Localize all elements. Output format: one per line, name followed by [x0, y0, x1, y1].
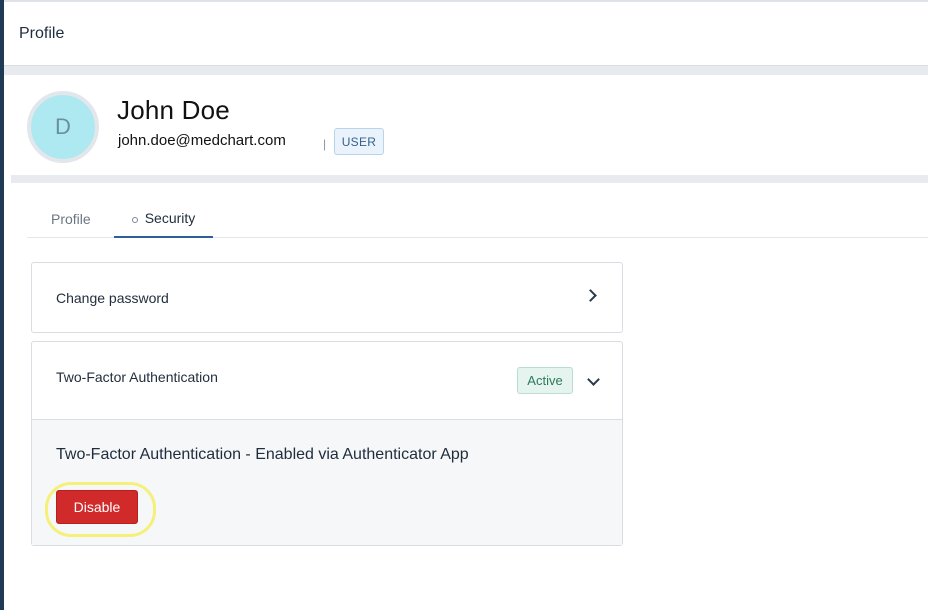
tab-security[interactable]: Security: [114, 200, 213, 238]
header-separator: [4, 66, 928, 75]
sidebar-edge: [0, 0, 4, 610]
tab-security-label: Security: [144, 210, 196, 226]
circle-icon: [131, 216, 138, 223]
app-window: Profile D John Doe john.doe@medchart.com…: [0, 0, 928, 610]
user-name: John Doe: [117, 95, 230, 125]
two-factor-header[interactable]: Two-Factor Authentication Active: [32, 342, 622, 419]
tab-profile-label: Profile: [51, 211, 91, 227]
two-factor-label: Two-Factor Authentication: [56, 369, 218, 385]
chevron-right-icon[interactable]: [584, 289, 597, 302]
page-title: Profile: [19, 25, 65, 42]
two-factor-details: Two-Factor Authentication - Enabled via …: [32, 419, 622, 545]
chevron-down-icon[interactable]: [587, 373, 600, 386]
change-password-row[interactable]: Change password: [31, 262, 623, 333]
change-password-label: Change password: [56, 290, 169, 306]
avatar: D: [27, 91, 99, 163]
two-factor-detail-title: Two-Factor Authentication - Enabled via …: [56, 446, 469, 463]
profile-tabs: Profile Security: [27, 200, 928, 238]
info-divider: |: [323, 137, 327, 151]
two-factor-panel: Two-Factor Authentication Active Two-Fac…: [31, 341, 623, 546]
status-badge: Active: [517, 367, 573, 394]
page-header: Profile: [4, 2, 928, 66]
disable-button[interactable]: Disable: [56, 490, 138, 524]
profile-separator: [11, 175, 928, 183]
role-badge: USER: [334, 128, 384, 155]
avatar-initial: D: [55, 114, 71, 139]
user-email: john.doe@medchart.com: [118, 132, 286, 149]
tab-profile[interactable]: Profile: [51, 200, 91, 238]
